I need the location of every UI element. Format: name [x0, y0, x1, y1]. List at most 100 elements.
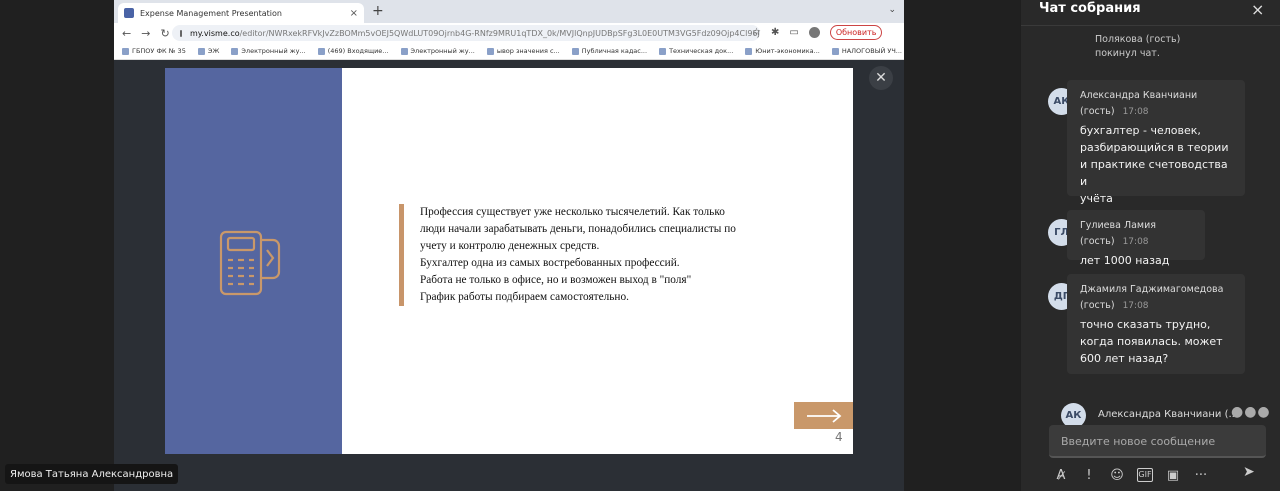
gif-icon[interactable]: GIF	[1137, 468, 1153, 482]
bookmark-icon	[571, 47, 579, 55]
slide-line: Бухгалтер одна из самых востребованных п…	[420, 257, 680, 269]
bookmark-icon	[745, 47, 753, 55]
back-icon[interactable]: ←	[122, 27, 131, 40]
chat-message[interactable]: Александра Кванчиани (гость) 17:08 бухгал…	[1067, 80, 1245, 205]
message-time: 17:08	[1122, 237, 1149, 247]
url-field[interactable]: my.visme.co/editor/NWRxekRFVkJvZzBOMm5vO…	[172, 25, 760, 41]
bookmark-item[interactable]: ГБПОУ ФК № 35	[122, 47, 186, 55]
slide-line: люди начали зарабатывать деньги, понадоб…	[420, 223, 736, 235]
bookmark-label: Техническая док...	[669, 47, 734, 55]
message-author-suffix: (гость)	[1080, 300, 1115, 311]
sidepanel-icon[interactable]: ▭	[789, 27, 798, 38]
bookmark-icon	[659, 47, 667, 55]
bookmark-item[interactable]: Электронный жу...	[231, 47, 306, 55]
bookmark-item[interactable]: Публичная кадас...	[571, 47, 648, 55]
browser-tabbar: Expense Management Presentation × + ⌄	[114, 0, 904, 23]
message-author-suffix: (гость)	[1080, 106, 1115, 117]
meeting-stage: Expense Management Presentation × + ⌄ ← …	[0, 0, 1020, 491]
message-line: 600 лет назад?	[1080, 352, 1169, 365]
bookmark-label: (469) Входящие...	[327, 47, 389, 55]
bookmark-icon	[317, 47, 325, 55]
bookmark-label: Электронный жу...	[241, 47, 306, 55]
reload-icon[interactable]: ↻	[160, 27, 169, 40]
address-bar-row: ← → ↻ my.visme.co/editor/NWRxekRFVkJvZzB…	[114, 23, 904, 43]
typing-indicator-icon: ●●●	[1231, 404, 1271, 420]
bookmark-item[interactable]: (469) Входящие...	[317, 47, 389, 55]
send-icon[interactable]: ➤	[1243, 464, 1255, 480]
star-icon[interactable]: ☆	[752, 27, 761, 38]
bookmark-icon	[831, 47, 839, 55]
bookmark-item[interactable]: ЭЖ	[197, 47, 219, 55]
bookmark-item[interactable]: ывор значения с...	[486, 47, 560, 55]
new-tab-icon[interactable]: +	[372, 3, 384, 19]
lock-icon	[180, 29, 182, 37]
composer-toolbar: A̷ ! ☺ GIF ▣ ···	[1053, 465, 1273, 485]
chat-message[interactable]: Джамиля Гаджимагомедова (гость) 17:08 точ…	[1067, 274, 1245, 374]
bookmark-icon	[486, 47, 494, 55]
tab-title: Expense Management Presentation	[140, 8, 282, 18]
important-icon[interactable]: !	[1081, 468, 1097, 483]
slide-line: Работа не только в офисе, но и возможен …	[420, 274, 692, 286]
bookmarks-bar: ГБПОУ ФК № 35 ЭЖ Электронный жу... (469) Вх…	[114, 43, 904, 60]
close-chat-icon[interactable]: ×	[1251, 0, 1264, 19]
bookmark-icon	[197, 47, 205, 55]
bookmark-label: Электронный жу...	[410, 47, 475, 55]
system-message-line: покинул чат.	[1095, 48, 1160, 59]
bookmark-icon	[122, 47, 129, 55]
bookmark-label: НАЛОГОВЫЙ УЧ...	[841, 47, 902, 55]
bookmark-item[interactable]: Юнит-экономика...	[745, 47, 820, 55]
next-slide-button[interactable]	[794, 402, 853, 429]
slide-line: График работы подбираем самостоятельно.	[420, 291, 629, 303]
bookmark-icon	[400, 47, 408, 55]
message-time: 17:08	[1122, 301, 1149, 311]
message-line: когда появилась. может	[1080, 335, 1223, 348]
presentation-slide: Профессия существует уже несколько тысяч…	[165, 68, 853, 454]
system-message: Полякова (гость) покинул чат.	[1095, 33, 1180, 61]
format-icon[interactable]: A̷	[1053, 468, 1069, 483]
browser-tab[interactable]: Expense Management Presentation ×	[118, 3, 364, 23]
close-presentation-icon[interactable]: ✕	[869, 66, 893, 90]
bookmark-item[interactable]: Электронный жу...	[400, 47, 475, 55]
bookmark-label: ГБПОУ ФК № 35	[132, 47, 186, 55]
message-author: Александра Кванчиани	[1080, 90, 1198, 101]
pos-terminal-icon	[219, 230, 281, 296]
message-time: 17:08	[1122, 107, 1149, 117]
sticker-icon[interactable]: ▣	[1165, 468, 1181, 483]
bookmark-label: Юнит-экономика...	[755, 47, 820, 55]
url-path: /editor/NWRxekRFVkJvZzBOMm5vOEJ5QWdLUT09…	[239, 28, 760, 38]
meeting-chat-panel: Чат собрания × Полякова (гость) покинул …	[1021, 0, 1280, 491]
message-line: и практике счетоводства и	[1080, 158, 1228, 188]
slide-text: Профессия существует уже несколько тысяч…	[399, 204, 759, 306]
system-message-line: Полякова (гость)	[1095, 34, 1181, 45]
message-author: Джамиля Гаджимагомедова	[1080, 284, 1224, 295]
url-host: my.visme.co	[190, 28, 240, 38]
message-input[interactable]: Введите новое сообщение	[1049, 425, 1266, 458]
typing-author: Александра Кванчиани (...	[1098, 409, 1239, 420]
message-line: бухгалтер - человек,	[1080, 124, 1201, 137]
forward-icon[interactable]: →	[141, 27, 150, 40]
presenter-name: Ямова Татьяна Александровна	[5, 464, 179, 484]
divider	[1021, 25, 1280, 26]
tab-search-chevron-icon[interactable]: ⌄	[888, 5, 896, 15]
message-line: учёта	[1080, 192, 1113, 205]
avatar-initials: АК	[1065, 410, 1082, 421]
bookmark-label: ывор значения с...	[496, 47, 560, 55]
more-options-icon[interactable]: ···	[1193, 468, 1209, 483]
message-line: разбирающийся в теории	[1080, 141, 1229, 154]
shared-screen: Expense Management Presentation × + ⌄ ← …	[114, 0, 904, 491]
slide-line: Профессия существует уже несколько тысяч…	[420, 206, 725, 218]
visme-favicon-icon	[124, 8, 134, 18]
bookmark-icon	[231, 47, 239, 55]
tab-close-icon[interactable]: ×	[350, 8, 358, 19]
extensions-icon[interactable]: ✱	[771, 27, 779, 38]
emoji-icon[interactable]: ☺	[1109, 468, 1125, 483]
bookmark-item[interactable]: Техническая док...	[659, 47, 733, 55]
profile-avatar[interactable]	[808, 27, 820, 38]
bookmark-item[interactable]: НАЛОГОВЫЙ УЧ...	[831, 47, 902, 55]
bookmark-label: Публичная кадас...	[581, 47, 648, 55]
message-line: точно сказать трудно,	[1080, 318, 1211, 331]
chat-message[interactable]: Гулиева Ламия (гость) 17:08 лет 1000 наза…	[1067, 210, 1205, 267]
chat-title: Чат собрания	[1039, 1, 1141, 16]
slide-page-number: 4	[835, 430, 843, 444]
update-button[interactable]: Обновить	[829, 25, 883, 40]
